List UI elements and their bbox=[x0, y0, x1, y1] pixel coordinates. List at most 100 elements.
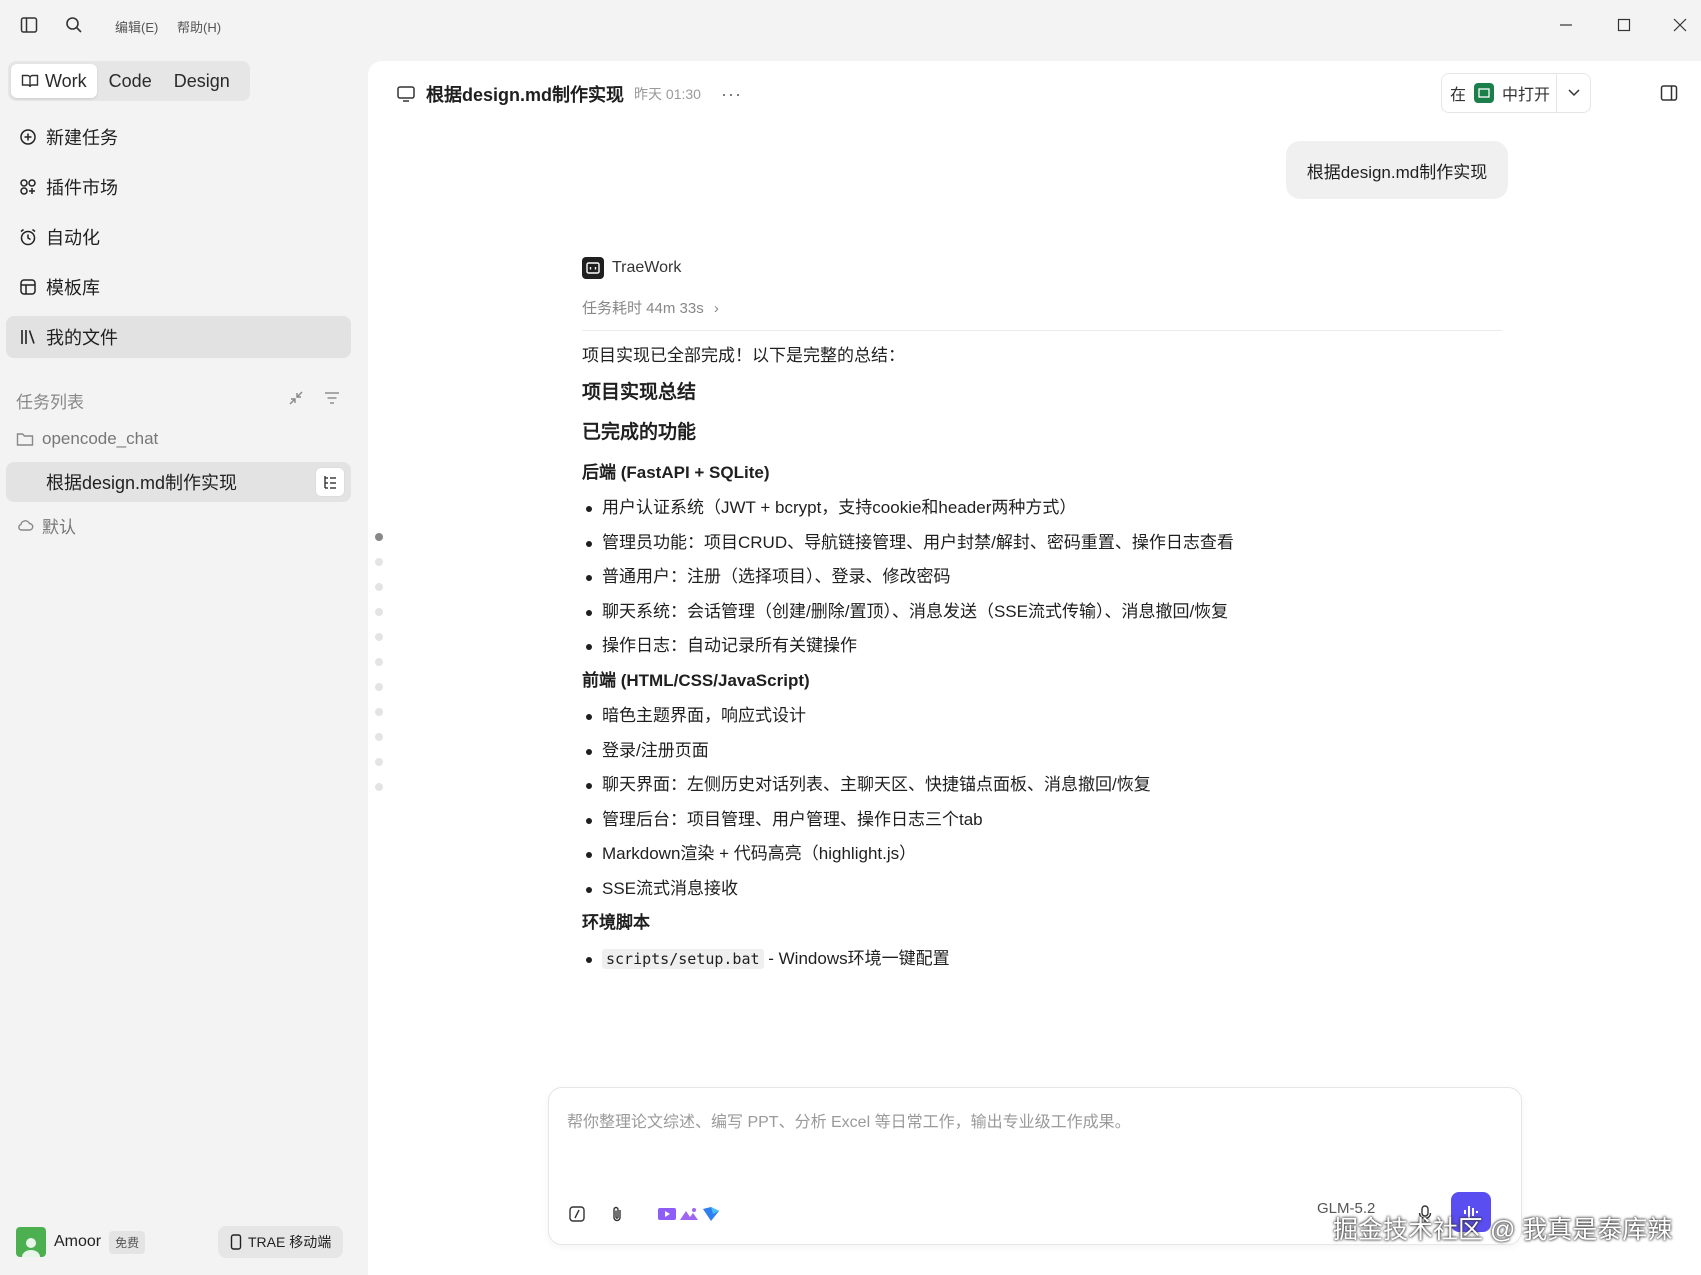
sidebar-item-new-task[interactable]: 新建任务 bbox=[6, 116, 351, 158]
chevron-down-icon[interactable] bbox=[1556, 74, 1590, 112]
inline-code: scripts/setup.bat bbox=[602, 948, 764, 969]
list-item: 操作日志：自动记录所有关键操作 bbox=[582, 633, 1502, 659]
search-icon[interactable] bbox=[62, 13, 86, 37]
watermark: 掘金技术社区 @ 我真是泰库辣 bbox=[1333, 1216, 1673, 1244]
sidebar-toggle-icon[interactable] bbox=[17, 13, 41, 37]
frontend-list: 暗色主题界面，响应式设计 登录/注册页面 聊天界面：左侧历史对话列表、主聊天区、… bbox=[582, 703, 1502, 901]
list-item: 聊天界面：左侧历史对话列表、主聊天区、快捷锚点面板、消息撤回/恢复 bbox=[582, 772, 1502, 798]
intro-text: 项目实现已全部完成！以下是完整的总结： bbox=[582, 346, 905, 365]
composer-placeholder: 帮你整理论文综述、编写 PPT、分析 Excel 等日常工作，输出专业级工作成果… bbox=[567, 1114, 1131, 1131]
monitor-icon bbox=[397, 86, 415, 102]
design-tool-icon[interactable] bbox=[699, 1202, 723, 1226]
message-anchor-dots[interactable] bbox=[375, 533, 387, 808]
user-message-text: 根据design.md制作实现 bbox=[1306, 162, 1488, 182]
list-item: 管理员功能：项目CRUD、导航链接管理、用户封禁/解封、密码重置、操作日志查看 bbox=[582, 530, 1502, 556]
menu-help[interactable]: 帮助(H) bbox=[177, 17, 221, 36]
heading-env: 环境脚本 bbox=[582, 913, 650, 932]
sidebar-item-label: 新建任务 bbox=[46, 128, 118, 148]
tab-design-label: Design bbox=[173, 70, 230, 91]
open-in-prefix: 在 bbox=[1450, 87, 1467, 104]
agent-name: TraeWork bbox=[612, 259, 682, 276]
phone-icon bbox=[230, 1234, 242, 1250]
list-item: 聊天系统：会话管理（创建/删除/置顶）、消息发送（SSE流式传输）、消息撤回/恢… bbox=[582, 599, 1502, 625]
maximize-icon[interactable] bbox=[1608, 10, 1640, 40]
list-item: SSE流式消息接收 bbox=[582, 876, 1502, 902]
timestamp: 昨天 01:30 bbox=[634, 86, 701, 102]
sidebar-item-templates[interactable]: 模板库 bbox=[6, 266, 351, 308]
sidebar-item-label: 模板库 bbox=[46, 278, 100, 298]
sidebar: Work Code Design 新建任务 插件市场 自动化 模板库 我的文件 … bbox=[0, 50, 364, 1275]
task-item-label: 根据design.md制作实现 bbox=[46, 473, 238, 493]
template-icon bbox=[18, 277, 38, 297]
minimize-icon[interactable] bbox=[1550, 10, 1582, 40]
mode-switcher: Work Code Design bbox=[8, 61, 250, 101]
tab-design[interactable]: Design bbox=[164, 64, 240, 98]
env-list: scripts/setup.bat - Windows环境一键配置 bbox=[582, 946, 1502, 972]
folder-icon bbox=[16, 433, 34, 446]
sidebar-item-label: 插件市场 bbox=[46, 178, 118, 198]
folder-opencode-chat[interactable]: opencode_chat bbox=[16, 424, 158, 454]
slash-command-icon[interactable] bbox=[565, 1202, 589, 1226]
video-icon[interactable] bbox=[655, 1202, 679, 1226]
open-in-button[interactable]: 在 中打开 bbox=[1441, 73, 1591, 113]
tab-code[interactable]: Code bbox=[99, 64, 162, 98]
group-default[interactable]: 默认 bbox=[16, 510, 76, 540]
list-item: 登录/注册页面 bbox=[582, 738, 1502, 764]
list-item: 普通用户：注册（选择项目）、登录、修改密码 bbox=[582, 564, 1502, 590]
list-item-text: - Windows环境一键配置 bbox=[763, 948, 950, 968]
heading-frontend: 前端 (HTML/CSS/JavaScript) bbox=[582, 670, 810, 690]
agent-header: TraeWork bbox=[582, 253, 1502, 283]
attachment-icon[interactable] bbox=[605, 1202, 629, 1226]
sidebar-item-label: 自动化 bbox=[46, 228, 100, 248]
task-item-active[interactable]: 根据design.md制作实现 bbox=[6, 462, 351, 502]
menu-edit[interactable]: 编辑(E) bbox=[115, 17, 158, 36]
plugin-grid-icon bbox=[18, 177, 38, 197]
close-icon[interactable] bbox=[1664, 10, 1696, 40]
filter-icon[interactable] bbox=[320, 386, 344, 410]
list-item: 管理后台：项目管理、用户管理、操作日志三个tab bbox=[582, 807, 1502, 833]
folder-label: opencode_chat bbox=[42, 429, 159, 448]
task-duration[interactable]: 任务耗时 44m 33s › bbox=[582, 297, 1502, 331]
backend-list: 用户认证系统（JWT + bcrypt，支持cookie和header两种方式）… bbox=[582, 495, 1502, 659]
open-in-suffix: 中打开 bbox=[1502, 87, 1551, 104]
more-options-icon[interactable]: ··· bbox=[721, 84, 742, 105]
title-bar: 编辑(E) 帮助(H) bbox=[0, 0, 1701, 50]
task-list-title: 任务列表 bbox=[16, 393, 84, 412]
library-icon bbox=[18, 327, 38, 347]
heading-completed: 已完成的功能 bbox=[582, 422, 697, 443]
user-profile[interactable]: Amoor 免费 bbox=[16, 1226, 146, 1258]
sidebar-item-plugins[interactable]: 插件市场 bbox=[6, 166, 351, 208]
task-duration-text: 任务耗时 44m 33s bbox=[582, 300, 704, 317]
collapse-icon[interactable] bbox=[284, 386, 308, 410]
avatar bbox=[16, 1227, 46, 1257]
username: Amoor bbox=[54, 1233, 102, 1250]
assistant-message: TraeWork 任务耗时 44m 33s › 项目实现已全部完成！以下是完整的… bbox=[582, 253, 1502, 1057]
chevron-right-icon: › bbox=[713, 300, 719, 317]
list-item: 暗色主题界面，响应式设计 bbox=[582, 703, 1502, 729]
alarm-clock-icon bbox=[18, 227, 38, 247]
user-message-bubble: 根据design.md制作实现 bbox=[1286, 141, 1508, 199]
editor-app-icon bbox=[1474, 83, 1495, 103]
heading-backend: 后端 (FastAPI + SQLite) bbox=[582, 462, 770, 482]
message-content: 项目实现已全部完成！以下是完整的总结： 项目实现总结 已完成的功能 后端 (Fa… bbox=[582, 343, 1502, 971]
sidebar-item-label: 我的文件 bbox=[46, 328, 118, 348]
mobile-app-button[interactable]: TRAE 移动端 bbox=[218, 1226, 344, 1258]
plus-circle-icon bbox=[18, 127, 38, 147]
list-item: 用户认证系统（JWT + bcrypt，支持cookie和header两种方式） bbox=[582, 495, 1502, 521]
mobile-app-label: TRAE 移动端 bbox=[248, 1234, 332, 1250]
plan-badge: 免费 bbox=[109, 1230, 146, 1254]
book-icon bbox=[21, 74, 39, 88]
cloud-icon bbox=[18, 520, 34, 531]
tab-work[interactable]: Work bbox=[11, 64, 97, 98]
list-item: Markdown渲染 + 代码高亮（highlight.js） bbox=[582, 841, 1502, 867]
task-tree-icon[interactable] bbox=[315, 467, 345, 497]
image-icon[interactable] bbox=[677, 1202, 701, 1226]
right-panel-toggle-icon[interactable] bbox=[1655, 79, 1683, 107]
sidebar-item-my-files[interactable]: 我的文件 bbox=[6, 316, 351, 358]
heading-summary: 项目实现总结 bbox=[582, 381, 697, 403]
tab-code-label: Code bbox=[108, 70, 152, 91]
agent-logo-icon bbox=[582, 257, 604, 279]
main-panel: 根据design.md制作实现 昨天 01:30 ··· 在 中打开 根据des… bbox=[368, 61, 1701, 1275]
group-default-label: 默认 bbox=[42, 517, 76, 537]
sidebar-item-automation[interactable]: 自动化 bbox=[6, 216, 351, 258]
